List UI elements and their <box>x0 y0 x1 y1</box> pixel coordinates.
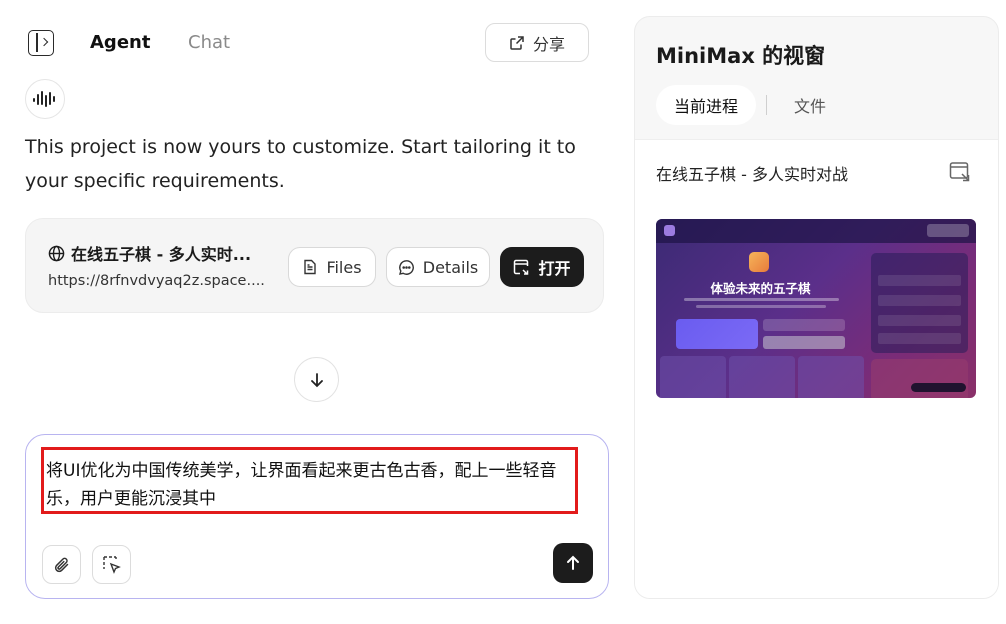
project-title: 在线五子棋 - 多人实时... <box>71 245 252 264</box>
open-label: 打开 <box>538 259 571 278</box>
preview-toast <box>911 383 966 392</box>
top-bar: Agent Chat 分享 <box>24 22 590 64</box>
arrow-down-icon <box>310 372 323 387</box>
tab-current-process[interactable]: 当前进程 <box>656 85 756 125</box>
project-title-row: 在线五子棋 - 多人实时... <box>48 241 251 265</box>
annotation-highlight-box <box>41 447 578 514</box>
open-external-icon[interactable] <box>948 160 972 184</box>
chat-column: Agent Chat 分享 This project is now yours … <box>0 0 620 624</box>
preview-feature-card <box>660 356 726 398</box>
preview-quick-guide <box>871 359 968 398</box>
arrow-up-icon <box>567 555 579 570</box>
tab-agent[interactable]: Agent <box>90 32 150 53</box>
preview-feature-card <box>729 356 795 398</box>
open-button[interactable]: 打开 <box>500 247 584 287</box>
share-button[interactable]: 分享 <box>485 23 589 62</box>
avatar <box>25 79 65 119</box>
share-label: 分享 <box>532 34 565 54</box>
cursor-select-icon <box>102 555 121 574</box>
assistant-message: This project is now yours to customize. … <box>25 136 576 192</box>
preview-logo-icon <box>664 225 675 236</box>
attach-button[interactable] <box>42 545 81 584</box>
website-preview[interactable]: 体验未来的五子棋 <box>656 219 976 398</box>
chat-bubble-icon <box>398 259 414 275</box>
preview-stat-row <box>878 315 961 326</box>
panel-title: MiniMax 的视窗 <box>656 44 826 68</box>
computer-panel: MiniMax 的视窗 当前进程 文件 在线五子棋 - 多人实时对战 体验未来的… <box>634 16 999 599</box>
share-icon <box>510 35 524 50</box>
project-url[interactable]: https://8rfnvdvyaq2z.space.... <box>48 273 265 289</box>
tab-divider <box>766 95 767 115</box>
files-label: Files <box>326 257 362 277</box>
panel-body: 在线五子棋 - 多人实时对战 体验未来的五子棋 <box>635 139 998 598</box>
send-button[interactable] <box>553 543 593 583</box>
app-window: Agent Chat 分享 This project is now yours … <box>0 0 1006 624</box>
preview-description-line2 <box>696 305 826 308</box>
preview-room-input <box>763 319 845 331</box>
preview-crown-icon <box>749 252 769 272</box>
waveform-logo-icon <box>33 91 55 107</box>
preview-join-button <box>763 336 845 349</box>
files-button[interactable]: Files <box>288 247 376 287</box>
preview-headline: 体验未来的五子棋 <box>710 281 811 296</box>
preview-title: 在线五子棋 - 多人实时对战 <box>656 165 848 184</box>
sidebar-toggle-icon[interactable] <box>28 30 54 56</box>
scroll-down-button[interactable] <box>294 357 339 402</box>
globe-icon <box>48 245 65 261</box>
tab-chat[interactable]: Chat <box>188 32 230 53</box>
details-label: Details <box>422 257 479 277</box>
select-element-button[interactable] <box>92 545 131 584</box>
file-icon <box>304 259 317 275</box>
open-window-icon <box>514 259 529 275</box>
message-composer[interactable]: 将UI优化为中国传统美学，让界面看起来更古色古香，配上一些轻音乐，用户更能沉浸其… <box>25 434 609 599</box>
preview-stat-row <box>878 295 961 306</box>
preview-cta <box>676 319 758 349</box>
details-button[interactable]: Details <box>386 247 490 287</box>
preview-stat-row <box>878 333 961 344</box>
paperclip-icon <box>54 557 68 572</box>
project-card: 在线五子棋 - 多人实时... https://8rfnvdvyaq2z.spa… <box>25 218 604 313</box>
preview-feature-card <box>798 356 864 398</box>
preview-stat-row <box>878 275 961 286</box>
preview-description <box>684 298 839 301</box>
tab-files[interactable]: 文件 <box>775 85 845 125</box>
preview-header-button <box>927 224 969 237</box>
